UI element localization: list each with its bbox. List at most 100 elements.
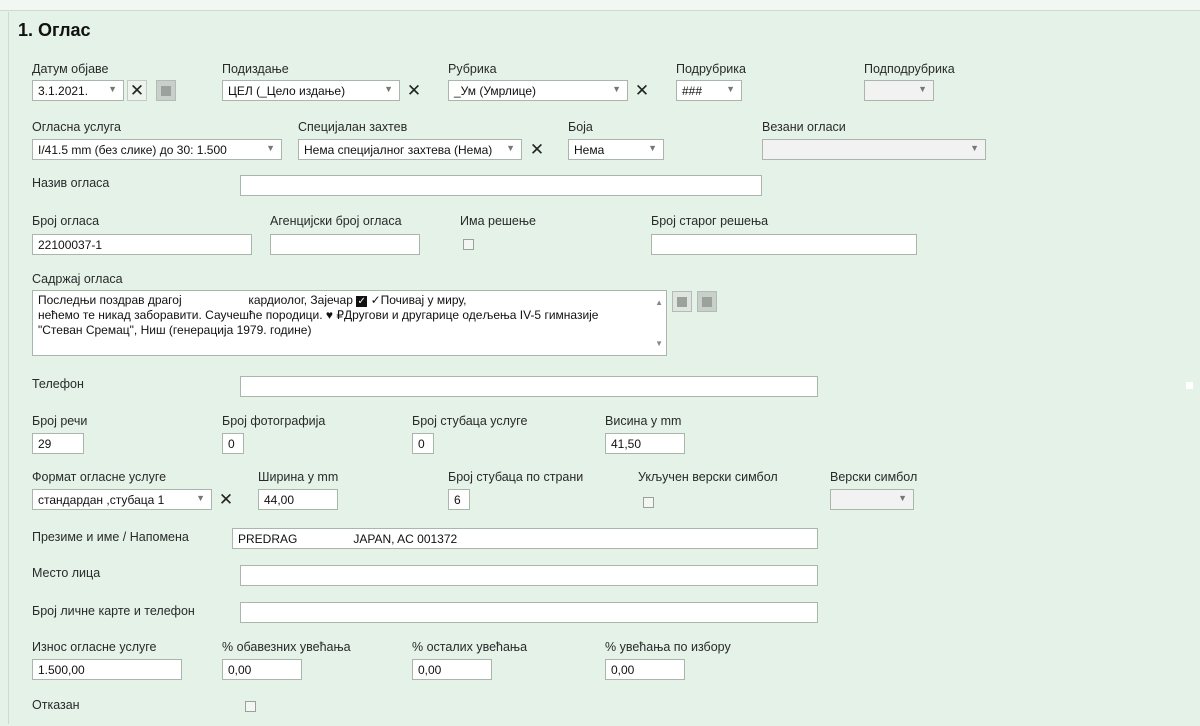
ostala-uvecanja-input[interactable]: 0,00 xyxy=(412,659,492,680)
mesto-lica-input[interactable] xyxy=(240,565,818,586)
chevron-down-icon: ▼ xyxy=(266,143,275,153)
clear-rubrika-button[interactable]: ✕ xyxy=(632,80,652,101)
label-otkazan: Отказан xyxy=(32,698,80,712)
broj-oglasa-input[interactable]: 22100037-1 xyxy=(32,234,252,255)
label-uvecanja-po-izboru: % увећања по избору xyxy=(605,640,731,654)
label-prezime-ime: Презиме и име / Напомена xyxy=(32,530,189,544)
datum-objave-picker[interactable]: 3.1.2021. ▼ xyxy=(32,80,124,101)
label-broj-starog-resenja: Број старог решења xyxy=(651,214,769,228)
preview-icon xyxy=(702,296,712,307)
sadrzaj-line-2: нећемо те никад заборавити. Саучешће пор… xyxy=(38,308,599,322)
podizdanje-select[interactable]: ЦЕЛ (_Цело издање) ▼ xyxy=(222,80,400,101)
label-mesto-lica: Место лица xyxy=(32,566,101,580)
scroll-down-icon[interactable]: ▼ xyxy=(655,336,663,351)
sadrzaj-line-3: "Стеван Сремац", Ниш (генерација 1979. г… xyxy=(38,323,312,337)
boja-select[interactable]: Нема ▼ xyxy=(568,139,664,160)
broj-starog-resenja-input[interactable] xyxy=(651,234,917,255)
clear-specijalan-zahtev-button[interactable]: ✕ xyxy=(527,139,547,160)
chevron-down-icon: ▼ xyxy=(918,84,927,94)
label-broj-fotografija: Број фотографија xyxy=(222,414,326,428)
specijalan-zahtev-select[interactable]: Нема специјалног захтева (Нема) ▼ xyxy=(298,139,522,160)
edge-marker xyxy=(1186,382,1193,389)
sadrzaj-line-1: Последњи поздрав драгој кардиолог, Зајеч… xyxy=(38,293,467,307)
label-oglasna-usluga: Огласна услуга xyxy=(32,120,121,134)
label-specijalan-zahtev: Специјалан захтев xyxy=(298,120,408,134)
verski-simbol-select[interactable]: ▼ xyxy=(830,489,914,510)
naziv-oglasa-input[interactable] xyxy=(240,175,762,196)
broj-licne-karte-input[interactable] xyxy=(240,602,818,623)
label-verski-simbol: Верски симбол xyxy=(830,470,918,484)
close-icon: ✕ xyxy=(634,80,650,100)
label-broj-stubaca-po-strani: Број стубаца по страни xyxy=(448,470,584,484)
chevron-down-icon: ▼ xyxy=(108,84,117,94)
close-icon: ✕ xyxy=(406,80,422,100)
telefon-input[interactable] xyxy=(240,376,818,397)
chevron-down-icon: ▼ xyxy=(648,143,657,153)
clear-format-button[interactable]: ✕ xyxy=(216,489,236,510)
label-broj-licne-karte: Број личне карте и телефон xyxy=(32,604,195,618)
close-icon: ✕ xyxy=(129,80,145,100)
prezime-ime-input[interactable]: PREDRAG JAPAN, AC 001372 xyxy=(232,528,818,549)
label-telefon: Телефон xyxy=(32,377,84,391)
chevron-down-icon: ▼ xyxy=(612,84,621,94)
top-bar xyxy=(0,0,1200,11)
label-broj-stubaca-usluge: Број стубаца услуге xyxy=(412,414,528,428)
label-datum-objave: Датум објаве xyxy=(32,62,109,76)
label-broj-reci: Број речи xyxy=(32,414,88,428)
uvecanja-po-izboru-input[interactable]: 0,00 xyxy=(605,659,685,680)
podrubrika-select[interactable]: ### ▼ xyxy=(676,80,742,101)
sadrzaj-oglasa-textarea[interactable]: Последњи поздрав драгој кардиолог, Зајеч… xyxy=(32,290,667,356)
visina-mm-input[interactable]: 41,50 xyxy=(605,433,685,454)
label-format-oglasne-usluge: Формат огласне услуге xyxy=(32,470,167,484)
iznos-oglasne-usluge-input[interactable]: 1.500,00 xyxy=(32,659,182,680)
obavezna-uvecanja-input[interactable]: 0,00 xyxy=(222,659,302,680)
label-boja: Боја xyxy=(568,120,593,134)
checkmark-box-icon: ✓ xyxy=(356,296,368,307)
clear-date-button[interactable]: ✕ xyxy=(127,80,147,101)
close-icon: ✕ xyxy=(529,139,545,159)
sirina-mm-input[interactable]: 44,00 xyxy=(258,489,338,510)
calendar-icon xyxy=(161,85,171,96)
label-ostala-uvecanja: % осталих увећања xyxy=(412,640,528,654)
calendar-button[interactable] xyxy=(156,80,176,101)
chevron-down-icon: ▼ xyxy=(506,143,515,153)
format-oglasne-usluge-select[interactable]: стандардан ,стубаца 1 ▼ xyxy=(32,489,212,510)
label-iznos-oglasne-usluge: Износ огласне услуге xyxy=(32,640,157,654)
redaction-mask xyxy=(184,295,245,307)
rubrika-select[interactable]: _Ум (Умрлице) ▼ xyxy=(448,80,628,101)
broj-stubaca-usluge-input[interactable]: 0 xyxy=(412,433,434,454)
label-ima-resenje: Има решење xyxy=(460,214,536,228)
preview-content-button[interactable] xyxy=(697,291,717,312)
label-visina-mm: Висина у mm xyxy=(605,414,682,428)
chevron-down-icon: ▼ xyxy=(898,493,907,503)
label-podpodrubrika: Подподрубрика xyxy=(864,62,955,76)
chevron-down-icon: ▼ xyxy=(384,84,393,94)
label-ukljucen-verski-simbol: Укључен верски симбол xyxy=(638,470,778,484)
broj-reci-input[interactable]: 29 xyxy=(32,433,84,454)
agencijski-broj-input[interactable] xyxy=(270,234,420,255)
label-obavezna-uvecanja: % обавезних увећања xyxy=(222,640,351,654)
label-naziv-oglasa: Назив огласа xyxy=(32,176,110,190)
label-sadrzaj-oglasa: Садржај огласа xyxy=(32,272,123,286)
oglasna-usluga-select[interactable]: I/41.5 mm (без слике) до 30: 1.500 ▼ xyxy=(32,139,282,160)
section-title: 1. Оглас xyxy=(18,20,91,40)
chevron-down-icon: ▼ xyxy=(196,493,205,503)
podpodrubrika-select[interactable]: ▼ xyxy=(864,80,934,101)
close-icon: ✕ xyxy=(218,489,234,509)
edit-content-button[interactable] xyxy=(672,291,692,312)
chevron-down-icon: ▼ xyxy=(970,143,979,153)
label-vezani-oglasi: Везани огласи xyxy=(762,120,846,134)
clear-podizdanje-button[interactable]: ✕ xyxy=(404,80,424,101)
broj-fotografija-input[interactable]: 0 xyxy=(222,433,244,454)
ima-resenje-checkbox[interactable] xyxy=(463,239,474,250)
label-podrubrika: Подрубрика xyxy=(676,62,746,76)
label-sirina-mm: Ширина у mm xyxy=(258,470,339,484)
scroll-up-icon[interactable]: ▲ xyxy=(655,295,663,310)
ukljucen-verski-simbol-checkbox[interactable] xyxy=(643,497,654,508)
label-agencijski-broj: Агенцијски број огласа xyxy=(270,214,402,228)
label-podizdanje: Подиздање xyxy=(222,62,289,76)
vezani-oglasi-select[interactable]: ▼ xyxy=(762,139,986,160)
broj-stubaca-po-strani-input[interactable]: 6 xyxy=(448,489,470,510)
redaction-mask xyxy=(297,534,354,546)
otkazan-checkbox[interactable] xyxy=(245,701,256,712)
